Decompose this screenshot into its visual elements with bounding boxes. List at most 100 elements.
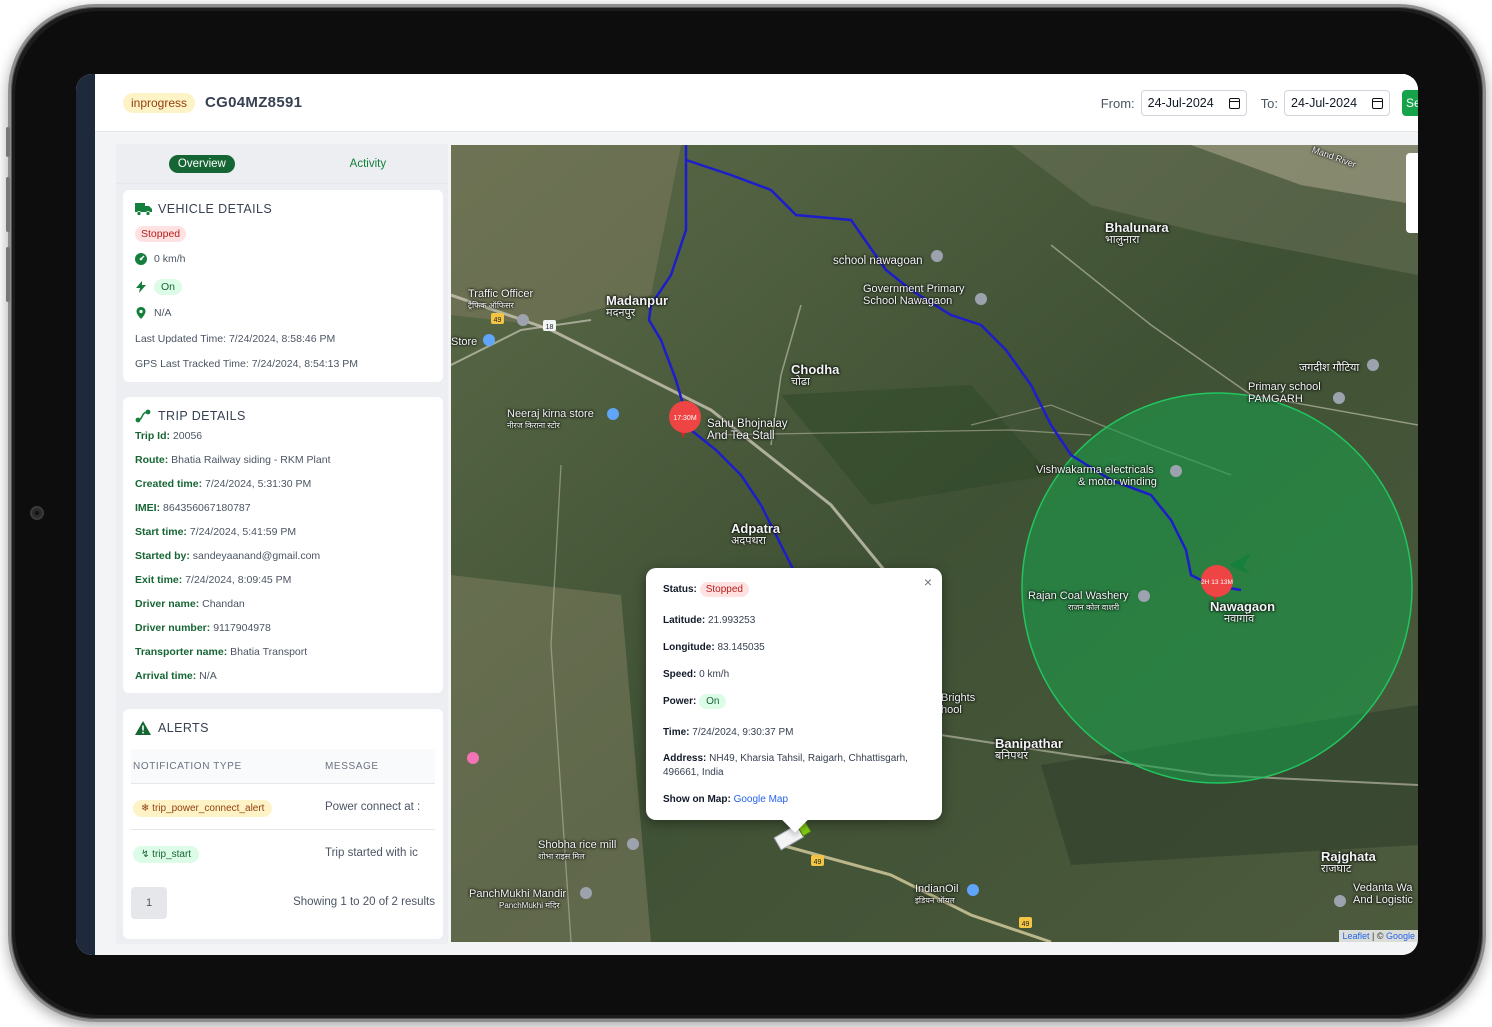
map-label: Brights hool bbox=[941, 692, 976, 716]
vehicle-details-heading: VEHICLE DETAILS bbox=[158, 202, 273, 216]
calendar-icon[interactable] bbox=[1372, 97, 1383, 109]
map-label: Madanpur मदनपुर bbox=[606, 293, 669, 319]
power-row: On bbox=[135, 279, 183, 295]
map-label: Shobha rice mill शोभा राइस मिल bbox=[538, 839, 617, 861]
popup-power-badge: On bbox=[699, 694, 727, 709]
notification-type-tag: ↯ trip_start bbox=[133, 845, 200, 863]
google-link[interactable]: Google bbox=[1386, 931, 1415, 941]
map-label: IndianOil इंडियन ऑयल bbox=[915, 883, 959, 905]
leaflet-link[interactable]: Leaflet bbox=[1342, 931, 1369, 941]
map-label: Sahu Bhojnalay And Tea Stall bbox=[707, 418, 788, 442]
poi-pin-icon[interactable] bbox=[1333, 392, 1345, 404]
stop-marker-label: 2H 13 13M bbox=[1201, 579, 1233, 586]
map-label: Rajghata राजघाट bbox=[1321, 849, 1376, 875]
svg-text:49: 49 bbox=[814, 859, 822, 866]
tab-overview[interactable]: Overview bbox=[168, 154, 235, 173]
google-map-link[interactable]: Google Map bbox=[734, 794, 788, 805]
road-shield: 49 bbox=[811, 855, 824, 866]
vehicle-details-title: VEHICLE DETAILS bbox=[135, 202, 431, 216]
trip-field: Driver name: Chandan bbox=[135, 598, 245, 610]
message-cell: Trip started with ic bbox=[325, 846, 418, 859]
map-label: Rajan Coal Washery राजन कोल वाशरी bbox=[1028, 590, 1129, 612]
map-label: Neeraj kirna store नीरज किराना स्टोर bbox=[507, 408, 594, 430]
tab-activity[interactable]: Activity bbox=[341, 155, 395, 173]
location-pin-icon bbox=[136, 307, 146, 319]
plug-icon: ❄ bbox=[141, 802, 150, 814]
poi-pin-icon[interactable] bbox=[607, 408, 619, 420]
poi-pin-icon[interactable] bbox=[1138, 590, 1150, 602]
vehicle-status-row: Stopped bbox=[135, 226, 187, 242]
map-label: Store bbox=[451, 336, 478, 348]
poi-pin-icon[interactable] bbox=[931, 250, 943, 262]
from-date-input[interactable]: 24-Jul-2024 bbox=[1140, 90, 1247, 116]
popup-latitude-row: Latitude: 21.993253 bbox=[663, 615, 756, 626]
poi-pin-icon[interactable] bbox=[967, 884, 979, 896]
terrain-patch bbox=[451, 575, 651, 942]
alerts-card: ALERTS NOTIFICATION TYPE MESSAGE ❄ trip_… bbox=[123, 709, 443, 939]
svg-text:49: 49 bbox=[494, 317, 502, 324]
poi-pin-icon[interactable] bbox=[517, 314, 529, 326]
to-date-value: 24-Jul-2024 bbox=[1291, 96, 1358, 110]
alerts-heading: ALERTS bbox=[158, 721, 209, 735]
trip-field: Trip Id: 20056 bbox=[135, 430, 203, 442]
poi-pin-icon[interactable] bbox=[1170, 465, 1182, 477]
map-label: Vedanta Wa And Logistic bbox=[1353, 882, 1413, 906]
trip-status-badge: inprogress bbox=[123, 92, 196, 113]
pagination-page-button[interactable]: 1 bbox=[131, 887, 167, 919]
popup-address-row-2: 496661, India bbox=[663, 767, 724, 778]
poi-pin-icon[interactable] bbox=[1334, 895, 1346, 907]
search-button[interactable]: Se bbox=[1402, 90, 1418, 116]
to-label: To: bbox=[1260, 95, 1278, 111]
map-canvas[interactable]: 49 18 49 49 17:30M 2H 13 13M bbox=[451, 145, 1418, 942]
truck-icon bbox=[135, 203, 152, 216]
svg-text:18: 18 bbox=[546, 324, 554, 331]
poi-pin-icon[interactable] bbox=[627, 838, 639, 850]
road-shield: 18 bbox=[543, 320, 556, 331]
close-icon[interactable]: × bbox=[924, 574, 932, 590]
sidebar: Overview Activity VEHICLE DETAILS Stoppe… bbox=[116, 144, 448, 944]
map-label: Vishwakarma electricals & motor winding bbox=[1036, 464, 1157, 488]
map[interactable]: 49 18 49 49 17:30M 2H 13 13M Madanpur मद… bbox=[451, 145, 1418, 942]
map-label: Traffic Officer ट्रैफिक ऑफिसर bbox=[468, 288, 534, 310]
map-layer-control[interactable] bbox=[1406, 153, 1418, 233]
route-icon: ↯ bbox=[141, 848, 150, 860]
tab-bar: Overview Activity bbox=[116, 144, 448, 184]
from-label: From: bbox=[1100, 95, 1135, 111]
vehicle-number: CG04MZ8591 bbox=[205, 94, 303, 111]
map-attribution: Leaflet | © Google bbox=[1339, 930, 1418, 942]
vehicle-status-badge: Stopped bbox=[135, 226, 187, 242]
trip-field: Route: Bhatia Railway siding - RKM Plant bbox=[135, 454, 331, 466]
power-badge: On bbox=[154, 279, 183, 295]
location-popup: × Status: Stopped Latitude: 21.993253 Lo… bbox=[646, 568, 942, 833]
popup-longitude-row: Longitude: 83.145035 bbox=[663, 642, 765, 653]
map-label: Primary school PAMGARH bbox=[1248, 381, 1321, 405]
calendar-icon[interactable] bbox=[1228, 97, 1240, 109]
speed-row: 0 km/h bbox=[135, 253, 186, 265]
stop-marker-label: 17:30M bbox=[673, 415, 697, 422]
poi-pin-icon[interactable] bbox=[1367, 359, 1379, 371]
trip-field: IMEI: 864356067180787 bbox=[135, 502, 251, 514]
notification-type-cell: ❄ trip_power_connect_alert bbox=[131, 798, 325, 817]
vehicle-details-card: VEHICLE DETAILS Stopped 0 km/h On N/A La… bbox=[123, 190, 443, 382]
poi-pin-icon[interactable] bbox=[975, 293, 987, 305]
map-label: Chodha चोढा bbox=[791, 362, 840, 388]
poi-pin-icon[interactable] bbox=[483, 334, 495, 346]
front-camera bbox=[30, 506, 44, 520]
trip-field: Start time: 7/24/2024, 5:41:59 PM bbox=[135, 526, 297, 538]
trip-field: Exit time: 7/24/2024, 8:09:45 PM bbox=[135, 574, 292, 586]
popup-status-badge: Stopped bbox=[699, 582, 749, 597]
to-date-input[interactable]: 24-Jul-2024 bbox=[1284, 90, 1390, 116]
poi-pin-icon[interactable] bbox=[467, 752, 479, 764]
trip-details-title: TRIP DETAILS bbox=[135, 409, 431, 423]
road-shield: 49 bbox=[1019, 917, 1032, 928]
last-updated-row: Last Updated Time: 7/24/2024, 8:58:46 PM bbox=[135, 333, 335, 345]
speed-value: 0 km/h bbox=[154, 253, 186, 265]
trip-field: Driver number: 9117904978 bbox=[135, 622, 271, 634]
table-row[interactable]: ❄ trip_power_connect_alert Power connect… bbox=[131, 783, 435, 829]
top-bar: inprogress CG04MZ8591 From: 24-Jul-2024 … bbox=[95, 74, 1418, 132]
poi-pin-icon[interactable] bbox=[580, 887, 592, 899]
warning-icon bbox=[135, 721, 151, 735]
popup-time-row: Time: 7/24/2024, 9:30:37 PM bbox=[663, 727, 794, 738]
trip-field: Arrival time: N/A bbox=[135, 670, 217, 682]
table-row[interactable]: ↯ trip_start Trip started with ic bbox=[131, 829, 435, 875]
